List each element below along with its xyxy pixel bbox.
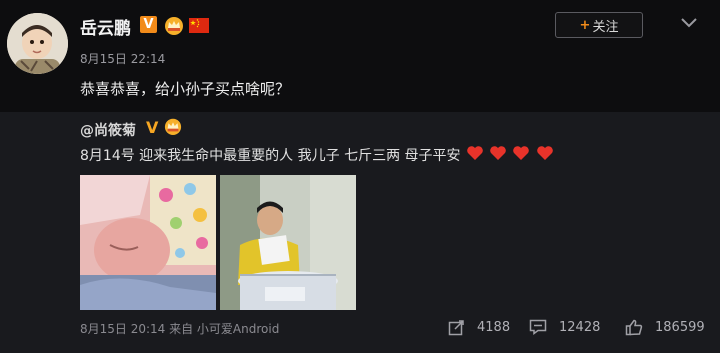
- repost-icon: [448, 320, 464, 336]
- follow-label: 关注: [592, 19, 619, 35]
- crown-icon: [163, 15, 185, 39]
- like-button[interactable]: 186599: [625, 319, 705, 336]
- heart-icon: [489, 145, 507, 165]
- follow-button[interactable]: + 关注: [555, 12, 643, 38]
- verified-badge-original: V: [146, 118, 159, 137]
- like-icon: [625, 319, 643, 336]
- verified-badge: V: [140, 16, 157, 33]
- heart-icon: [466, 145, 484, 165]
- original-author[interactable]: @尚筱菊: [80, 120, 136, 140]
- post-timestamp[interactable]: 8月15日 22:14: [80, 50, 165, 67]
- plus-icon: +: [579, 17, 591, 33]
- like-count: 186599: [655, 320, 705, 335]
- repost-count: 4188: [477, 320, 511, 335]
- poster-name[interactable]: 岳云鹏: [80, 14, 131, 39]
- heart-icon: [536, 145, 554, 165]
- avatar[interactable]: [7, 13, 68, 74]
- photo-thumbnail[interactable]: [220, 175, 356, 310]
- post-footer-time[interactable]: 8月15日 20:14 来自 小可爱Android: [80, 320, 279, 337]
- original-post-body: 8月14号 迎来我生命中最重要的人 我儿子 七斤三两 母子平安: [80, 148, 461, 164]
- crown-icon: [163, 117, 183, 139]
- repost-button[interactable]: 4188: [448, 319, 510, 336]
- original-post-text: 8月14号 迎来我生命中最重要的人 我儿子 七斤三两 母子平安: [80, 145, 554, 165]
- heart-icon: [512, 145, 530, 165]
- comment-icon: [529, 319, 547, 335]
- china-flag-icon: [189, 18, 209, 37]
- comment-button[interactable]: 12428: [529, 319, 600, 335]
- comment-count: 12428: [559, 319, 601, 335]
- chevron-down-icon[interactable]: [680, 14, 698, 33]
- photo-thumbnail[interactable]: [80, 175, 216, 310]
- post-text: 恭喜恭喜，给小孙子买点啥呢？: [80, 80, 291, 98]
- hearts: [465, 145, 554, 165]
